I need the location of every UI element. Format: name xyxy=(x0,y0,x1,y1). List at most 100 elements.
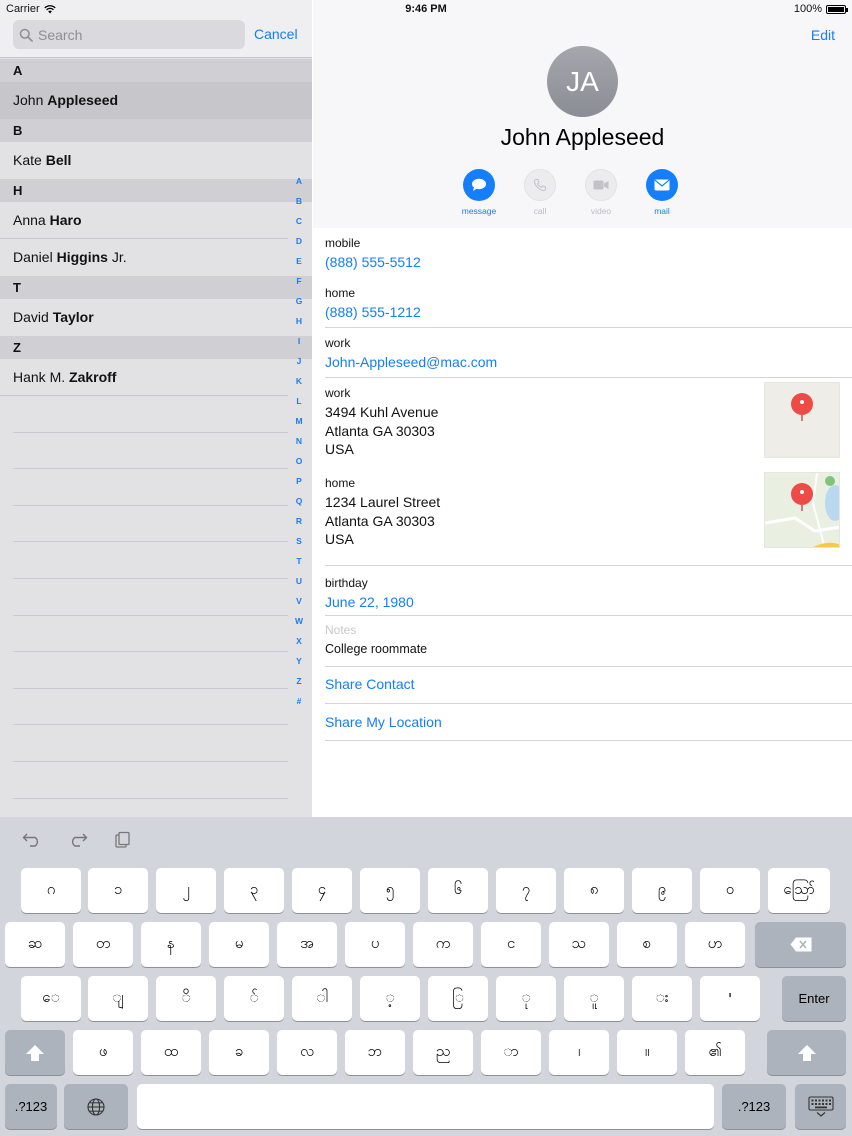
key[interactable]: အ xyxy=(277,922,337,967)
key[interactable]: ၇ xyxy=(496,868,556,913)
key[interactable]: ဖ xyxy=(73,1030,133,1075)
video-button[interactable]: video xyxy=(585,169,617,216)
index-letter[interactable]: D xyxy=(290,231,308,251)
edit-button[interactable]: Edit xyxy=(811,27,835,43)
work-address-field[interactable]: work 3494 Kuhl Avenue Atlanta GA 30303 U… xyxy=(325,378,852,476)
home-address-field[interactable]: home 1234 Laurel Street Atlanta GA 30303… xyxy=(325,472,852,566)
share-contact-row[interactable]: Share Contact xyxy=(325,667,852,704)
key[interactable]: ၉ xyxy=(632,868,692,913)
key[interactable]: ၀ xyxy=(700,868,760,913)
index-letter[interactable]: A xyxy=(290,171,308,191)
notes-field[interactable]: Notes College roommate xyxy=(325,616,852,667)
index-letter[interactable]: J xyxy=(290,351,308,371)
contact-row-john-appleseed[interactable]: John Appleseed xyxy=(0,82,312,119)
key[interactable]: ၊ xyxy=(549,1030,609,1075)
space-key[interactable] xyxy=(137,1084,714,1129)
key[interactable]: ၃ xyxy=(224,868,284,913)
index-letter[interactable]: W xyxy=(290,611,308,631)
index-letter[interactable]: O xyxy=(290,451,308,471)
work-email-value[interactable]: John-Appleseed@mac.com xyxy=(325,354,852,370)
dismiss-keyboard-key[interactable] xyxy=(795,1084,846,1129)
shift-key-right[interactable] xyxy=(767,1030,846,1075)
contact-row-kate-bell[interactable]: Kate Bell xyxy=(0,142,288,179)
index-letter[interactable]: C xyxy=(290,211,308,231)
index-letter[interactable]: R xyxy=(290,511,308,531)
index-letter[interactable]: X xyxy=(290,631,308,651)
index-letter[interactable]: G xyxy=(290,291,308,311)
index-letter[interactable]: # xyxy=(290,691,308,711)
contact-row-hank-zakroff[interactable]: Hank M. Zakroff xyxy=(0,359,288,396)
key[interactable]: မ xyxy=(209,922,269,967)
key[interactable]: ၅ xyxy=(360,868,420,913)
numbers-key-left[interactable]: .?123 xyxy=(5,1084,57,1129)
key[interactable]: ေ xyxy=(21,976,81,1021)
index-letter[interactable]: Y xyxy=(290,651,308,671)
mobile-value[interactable]: (888) 555-5512 xyxy=(325,254,852,270)
key[interactable]: ၄ xyxy=(292,868,352,913)
delete-key[interactable] xyxy=(755,922,846,967)
birthday-field[interactable]: birthday June 22, 1980 xyxy=(325,566,852,616)
key[interactable]: ထ xyxy=(141,1030,201,1075)
home-phone-field[interactable]: home (888) 555-1212 xyxy=(325,282,852,328)
key[interactable]: ဘ xyxy=(345,1030,405,1075)
key[interactable]: ။ xyxy=(617,1030,677,1075)
index-letter[interactable]: B xyxy=(290,191,308,211)
paste-icon[interactable] xyxy=(114,831,132,849)
key[interactable]: လ xyxy=(277,1030,337,1075)
key[interactable]: ' xyxy=(700,976,760,1021)
key[interactable]: ျ xyxy=(88,976,148,1021)
home-address-map[interactable] xyxy=(764,472,840,548)
key[interactable]: ၆ xyxy=(428,868,488,913)
key[interactable]: ၈ xyxy=(564,868,624,913)
index-letter[interactable]: E xyxy=(290,251,308,271)
key[interactable]: ာ xyxy=(481,1030,541,1075)
key[interactable]: ် xyxy=(224,976,284,1021)
search-input[interactable] xyxy=(38,26,238,43)
contact-row-daniel-higgins[interactable]: Daniel Higgins Jr. xyxy=(0,239,288,276)
share-location-row[interactable]: Share My Location xyxy=(325,704,852,741)
key[interactable]: ဟ xyxy=(685,922,745,967)
home-phone-value[interactable]: (888) 555-1212 xyxy=(325,304,852,320)
index-letter[interactable]: F xyxy=(290,271,308,291)
key[interactable]: ိ xyxy=(156,976,216,1021)
index-letter[interactable]: S xyxy=(290,531,308,551)
key[interactable]: ူ xyxy=(564,976,624,1021)
key[interactable]: က xyxy=(413,922,473,967)
enter-key[interactable]: Enter xyxy=(782,976,846,1021)
share-location-button[interactable]: Share My Location xyxy=(325,714,852,730)
key[interactable]: ့ xyxy=(360,976,420,1021)
index-letter[interactable]: M xyxy=(290,411,308,431)
index-letter[interactable]: H xyxy=(290,311,308,331)
key[interactable]: ပ xyxy=(345,922,405,967)
key[interactable]: ၁ xyxy=(88,868,148,913)
index-letter[interactable]: Z xyxy=(290,671,308,691)
call-button[interactable]: call xyxy=(524,169,556,216)
mobile-field[interactable]: mobile (888) 555-5512 xyxy=(325,236,852,282)
key[interactable]: တ xyxy=(73,922,133,967)
index-letter[interactable]: U xyxy=(290,571,308,591)
contact-row-david-taylor[interactable]: David Taylor xyxy=(0,299,288,336)
numbers-key-right[interactable]: .?123 xyxy=(722,1084,786,1129)
birthday-value[interactable]: June 22, 1980 xyxy=(325,594,852,610)
key[interactable]: စ xyxy=(617,922,677,967)
key[interactable]: ု xyxy=(496,976,556,1021)
key[interactable]: း xyxy=(632,976,692,1021)
key[interactable]: ၂ xyxy=(156,868,216,913)
message-button[interactable]: message xyxy=(462,169,496,216)
key[interactable]: င xyxy=(481,922,541,967)
key[interactable]: ခ xyxy=(209,1030,269,1075)
work-address-map[interactable] xyxy=(764,382,840,458)
mail-button[interactable]: mail xyxy=(646,169,678,216)
key[interactable]: ါ xyxy=(292,976,352,1021)
key[interactable]: ဂ xyxy=(21,868,81,913)
globe-key[interactable] xyxy=(64,1084,128,1129)
search-field[interactable] xyxy=(13,20,245,49)
index-letter[interactable]: N xyxy=(290,431,308,451)
undo-icon[interactable] xyxy=(22,831,42,847)
key[interactable]: ၏ xyxy=(685,1030,745,1075)
key[interactable]: သ xyxy=(549,922,609,967)
shift-key-left[interactable] xyxy=(5,1030,65,1075)
contact-row-anna-haro[interactable]: Anna Haro xyxy=(0,202,288,239)
key[interactable]: ဆ xyxy=(5,922,65,967)
key[interactable]: န xyxy=(141,922,201,967)
